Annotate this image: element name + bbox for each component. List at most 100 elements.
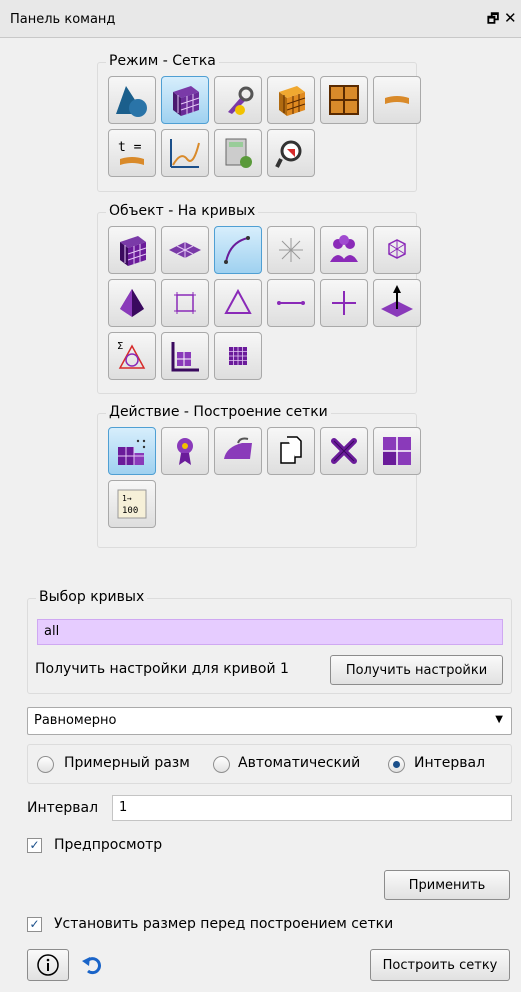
float-icon[interactable]: 🗗 xyxy=(487,10,499,32)
graph-button[interactable] xyxy=(161,129,209,177)
volume-button[interactable] xyxy=(108,226,156,274)
object-group: Объект - На кривых Σ xyxy=(97,203,421,394)
time-zero-icon: t = 0 xyxy=(118,140,150,165)
award-icon xyxy=(177,438,193,465)
delete-icon xyxy=(331,438,357,464)
curve-selection-group: Выбор кривых all Получить настройки для … xyxy=(27,589,512,694)
body-button[interactable] xyxy=(373,226,421,274)
node-button[interactable] xyxy=(320,279,368,327)
sigma-button[interactable]: Σ xyxy=(108,332,156,380)
renumber-button[interactable]: 1→ 100 xyxy=(108,480,156,528)
scheme-select[interactable]: Равномерно ▼ xyxy=(27,707,512,735)
copy-button[interactable] xyxy=(267,427,315,475)
quad-grid-button[interactable] xyxy=(161,332,209,380)
apply-button[interactable]: Применить xyxy=(384,870,510,900)
preview-label: Предпросмотр xyxy=(54,837,163,853)
undo-icon[interactable] xyxy=(80,953,104,977)
surface-icon xyxy=(169,242,201,258)
boundary-mode-icon xyxy=(385,96,409,104)
vertex-button[interactable] xyxy=(267,226,315,274)
chevron-down-icon: ▼ xyxy=(495,714,503,725)
svg-text:1→: 1→ xyxy=(122,494,132,503)
delete-button[interactable] xyxy=(320,427,368,475)
boundary-mode-button[interactable] xyxy=(373,76,421,124)
get-settings-button[interactable]: Получить настройки xyxy=(330,655,503,685)
interval-radio-label: Интервал xyxy=(414,755,486,771)
auto-radio[interactable] xyxy=(213,756,230,773)
mode-group-title: Режим - Сетка xyxy=(106,53,219,69)
quad-grid-icon xyxy=(171,342,199,372)
node-icon xyxy=(332,291,356,315)
interval-input[interactable]: 1 xyxy=(112,795,512,821)
close-icon[interactable]: ✕ xyxy=(504,9,517,27)
size-mode-radio-group: Примерный разм Автоматический Интервал xyxy=(27,744,512,784)
graph-icon xyxy=(170,139,200,168)
inspect-icon xyxy=(275,140,302,168)
preview-checkbox[interactable]: ✓ xyxy=(27,838,42,853)
iron-icon xyxy=(224,437,252,459)
iron-button[interactable] xyxy=(214,427,262,475)
time-zero-button[interactable]: t = 0 xyxy=(108,129,156,177)
panel-titlebar: Панель команд 🗗 ✕ xyxy=(0,0,521,38)
curve-icon xyxy=(224,236,250,264)
sigma-icon: Σ xyxy=(117,341,146,369)
scheme-selected-value: Равномерно xyxy=(34,713,117,728)
calculator-icon xyxy=(225,138,252,168)
svg-text:100: 100 xyxy=(122,506,138,516)
square-icon xyxy=(174,292,196,314)
refine-icon xyxy=(383,437,411,465)
calculator-button[interactable] xyxy=(214,129,262,177)
interval-radio[interactable] xyxy=(388,756,405,773)
auto-label: Автоматический xyxy=(238,755,361,771)
curve-button[interactable] xyxy=(214,226,262,274)
panel-title: Панель команд xyxy=(10,12,116,27)
svg-text:Σ: Σ xyxy=(117,341,123,352)
surface-button[interactable] xyxy=(161,226,209,274)
mesh-build-icon xyxy=(118,439,146,465)
plane-normal-button[interactable] xyxy=(373,279,421,327)
tools-mode-button[interactable] xyxy=(214,76,262,124)
inspect-button[interactable] xyxy=(267,129,315,177)
square-button[interactable] xyxy=(161,279,209,327)
triangle-button[interactable] xyxy=(214,279,262,327)
build-mesh-button[interactable]: Построить сетку xyxy=(370,949,510,981)
group-icon xyxy=(330,235,358,262)
group-button[interactable] xyxy=(320,226,368,274)
vertex-icon xyxy=(279,238,303,262)
curve-selection-title: Выбор кривых xyxy=(36,589,148,605)
set-size-label: Установить размер перед построением сетк… xyxy=(54,916,394,932)
approx-size-radio[interactable] xyxy=(37,756,54,773)
renumber-icon: 1→ 100 xyxy=(117,489,147,519)
triangle-icon xyxy=(224,288,252,314)
set-size-checkbox[interactable]: ✓ xyxy=(27,917,42,932)
mode-group: Режим - Сетка t = xyxy=(97,53,421,192)
edge-button[interactable] xyxy=(267,279,315,327)
blocks-mode-button[interactable] xyxy=(320,76,368,124)
blocks-mode-icon xyxy=(329,85,359,115)
approx-size-label: Примерный разм xyxy=(64,755,190,771)
volume-icon xyxy=(120,236,147,266)
mesh-mode-button[interactable] xyxy=(161,76,209,124)
elements-mode-button[interactable] xyxy=(267,76,315,124)
info-icon xyxy=(37,954,59,976)
body-icon xyxy=(388,239,406,259)
geometry-mode-icon xyxy=(116,86,147,117)
tools-mode-icon xyxy=(228,86,254,115)
mesh-mode-icon xyxy=(173,86,200,116)
award-button[interactable] xyxy=(161,427,209,475)
elements-mode-icon xyxy=(279,86,306,116)
action-group-title: Действие - Построение сетки xyxy=(106,404,331,420)
hex-grid-icon xyxy=(229,347,247,365)
action-group: Действие - Построение сетки 1→ 100 xyxy=(97,404,421,548)
pyramid-button[interactable] xyxy=(108,279,156,327)
info-button[interactable] xyxy=(27,949,69,981)
refine-button[interactable] xyxy=(373,427,421,475)
edge-icon xyxy=(277,301,305,305)
curve-selection-input[interactable]: all xyxy=(37,619,503,645)
hex-grid-button[interactable] xyxy=(214,332,262,380)
interval-label: Интервал xyxy=(27,800,99,816)
geometry-mode-button[interactable] xyxy=(108,76,156,124)
settings-label: Получить настройки для кривой 1 xyxy=(35,661,289,677)
pyramid-icon xyxy=(120,289,144,317)
mesh-build-button[interactable] xyxy=(108,427,156,475)
